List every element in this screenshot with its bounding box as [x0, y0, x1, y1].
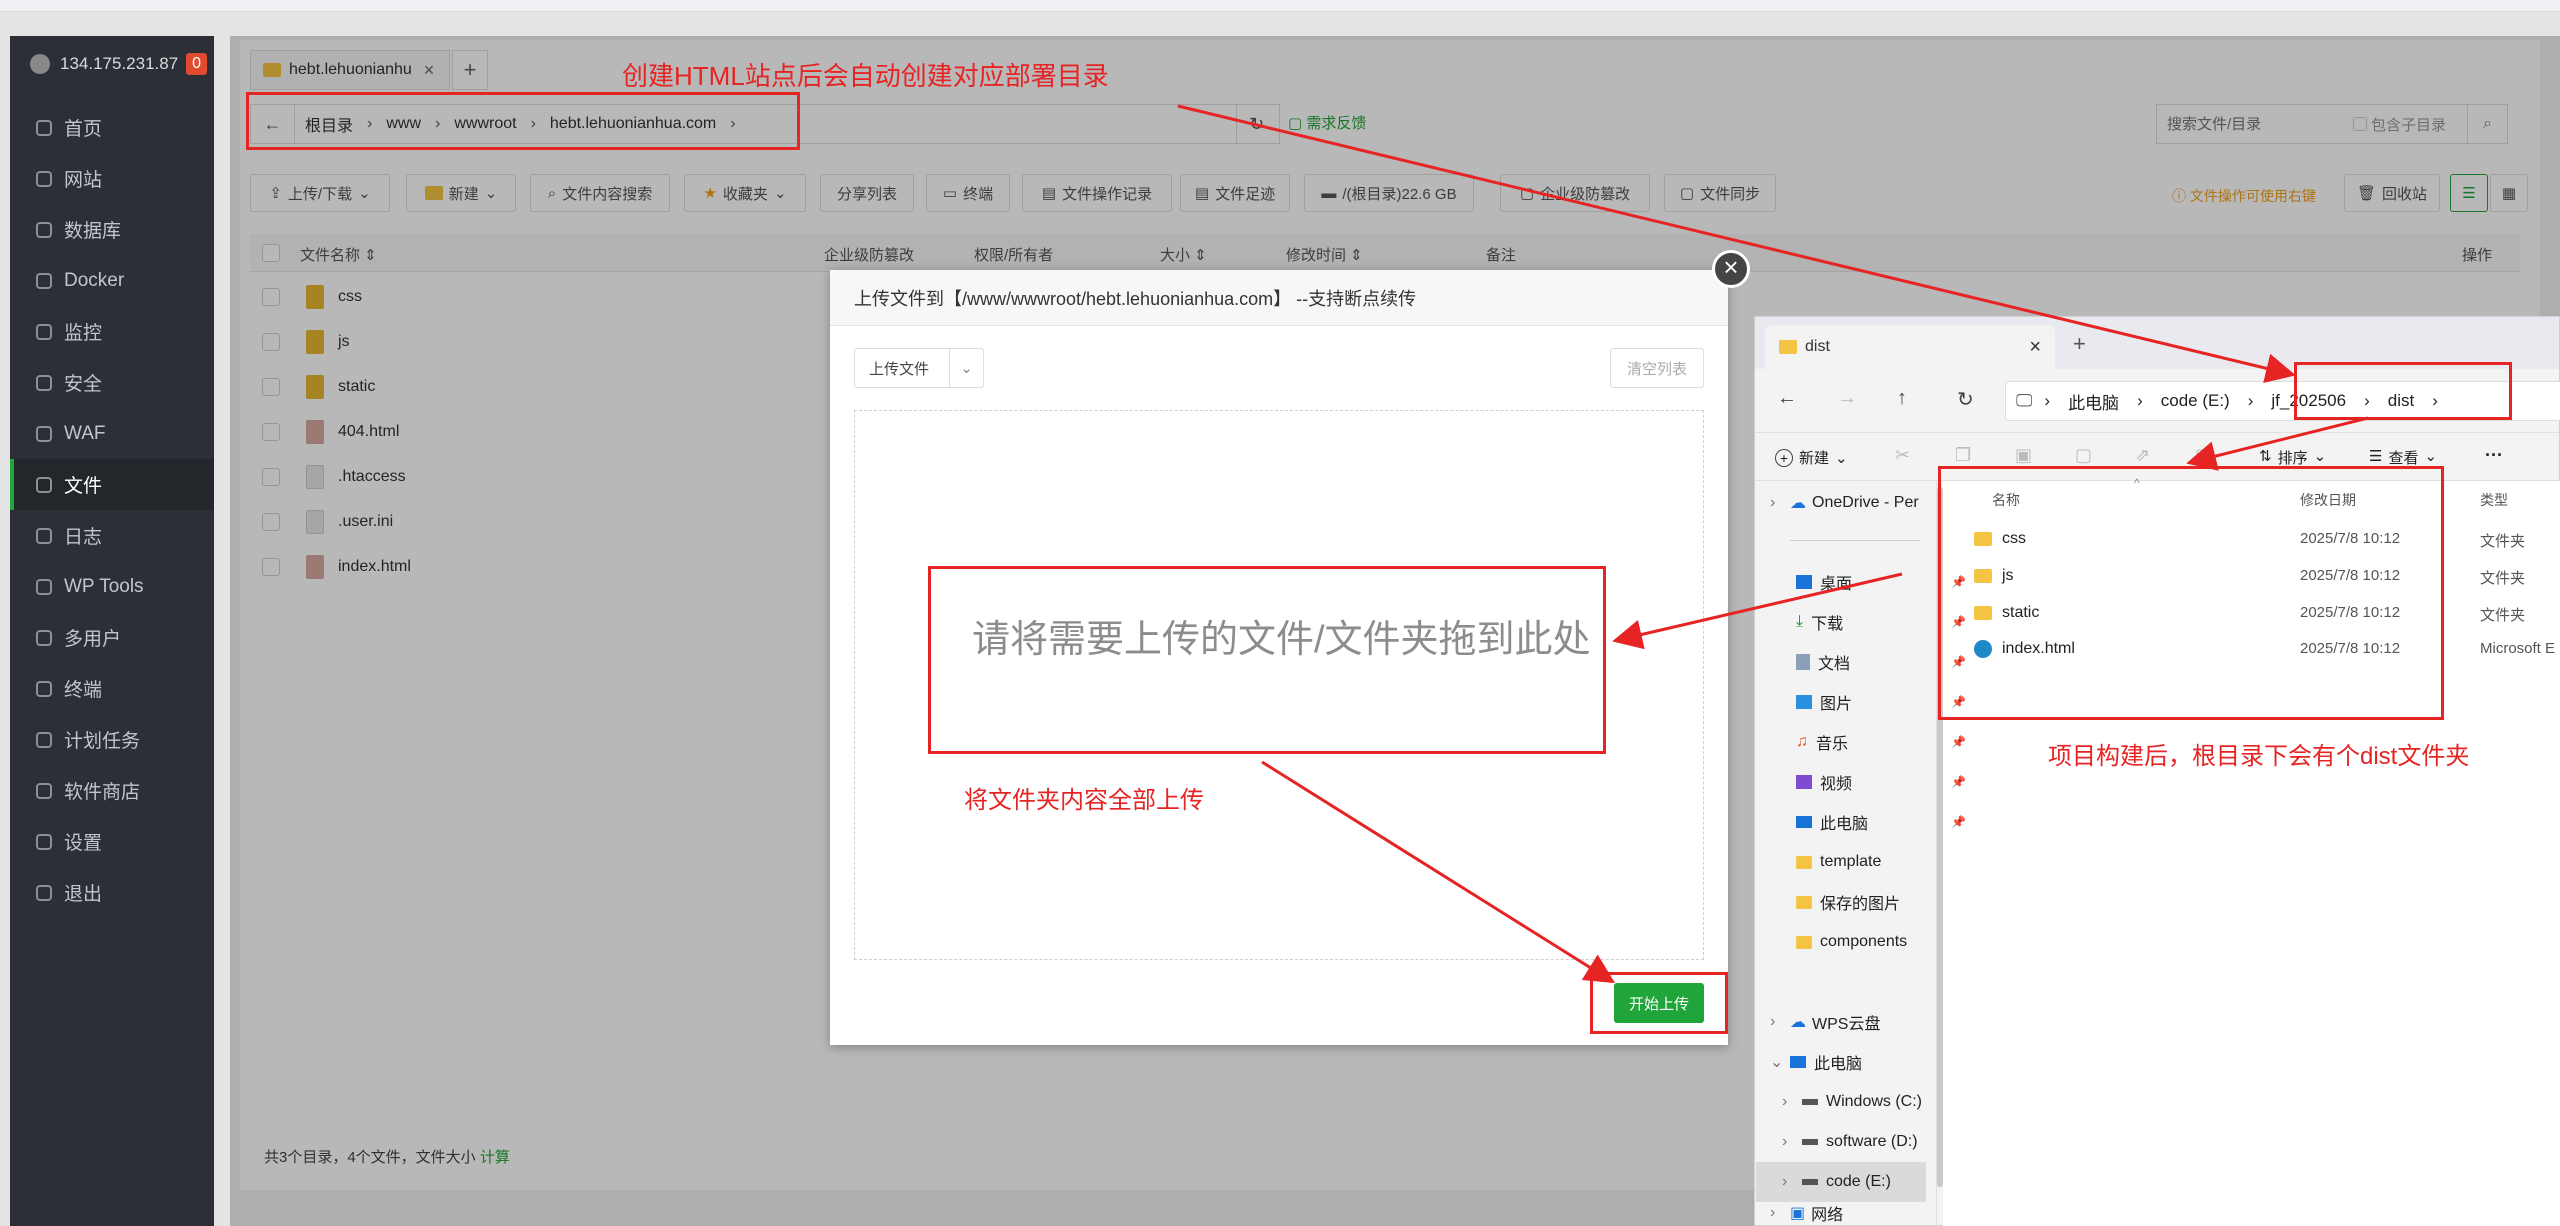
arrow-breadcrumb-to-explorer [1177, 104, 2296, 383]
arrow-text-to-upload [1261, 760, 1616, 984]
annotation-arrows [1177, 104, 2369, 984]
arrow-path-to-files [2186, 416, 2369, 471]
arrow-files-to-drop [1612, 572, 1903, 650]
